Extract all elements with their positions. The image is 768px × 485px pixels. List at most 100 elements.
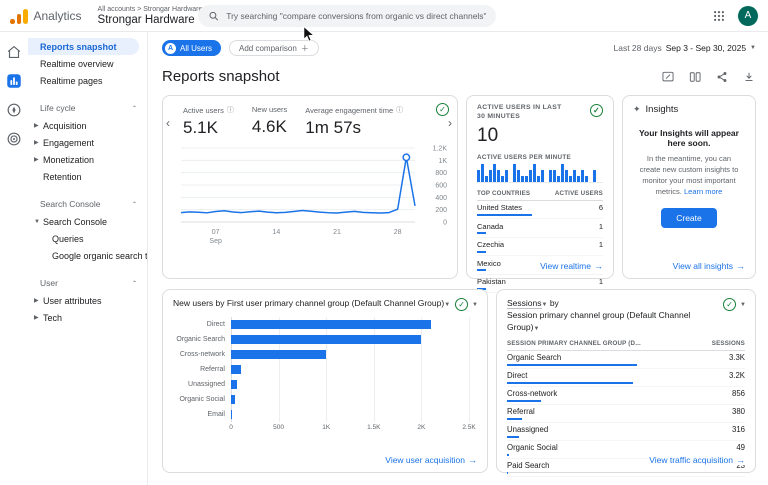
all-users-chip[interactable]: A All Users — [162, 40, 221, 56]
sidebar-section-search-console: Search Console⌃▼Search ConsoleQueriesGoo… — [28, 193, 147, 264]
sidebar-item-realtime-overview[interactable]: Realtime overview — [28, 55, 147, 72]
minute-bar — [489, 170, 492, 182]
data-quality-check-icon[interactable]: ✓ — [723, 298, 736, 311]
country-value: 1 — [599, 222, 603, 231]
dimension-selector[interactable]: by First user primary channel group (Def… — [216, 298, 445, 308]
minute-bar — [565, 170, 568, 182]
create-insight-button[interactable]: Create — [661, 208, 717, 228]
learn-more-link[interactable]: Learn more — [684, 187, 722, 196]
bar-category-label: Cross-network — [173, 347, 231, 362]
sidebar-item-monetization[interactable]: ▶Monetization — [28, 151, 147, 168]
sidebar-item-acquisition[interactable]: ▶Acquisition — [28, 117, 147, 134]
section-title-label: Life cycle — [40, 103, 75, 113]
advertising-icon[interactable] — [4, 129, 24, 149]
view-traffic-acquisition-link[interactable]: View traffic acquisition → — [649, 455, 745, 465]
sidebar-item-google-organic-search-traf[interactable]: Google organic search traf... — [28, 247, 147, 264]
chevron-right-icon[interactable]: ▶ — [34, 139, 43, 146]
app-body: Reports snapshot Realtime overviewRealtim… — [0, 32, 768, 485]
chevron-up-icon[interactable]: ⌃ — [132, 201, 137, 208]
view-all-insights-link[interactable]: View all insights → — [673, 261, 745, 271]
sessions-value: 380 — [732, 407, 745, 416]
channel-column-header: SESSION PRIMARY CHANNEL GROUP (D... — [507, 340, 641, 347]
metric-label: Active usersⓘ — [183, 105, 234, 115]
sessions-by-text: by — [550, 298, 559, 308]
chevron-up-icon[interactable]: ⌃ — [132, 105, 137, 112]
bar-row — [231, 317, 469, 332]
data-quality-check-icon[interactable]: ✓ — [436, 103, 449, 116]
channel-cell: Unassigned — [507, 425, 548, 438]
sidebar-item-retention[interactable]: Retention — [28, 168, 147, 185]
bar-row — [231, 347, 469, 362]
view-user-acquisition-label: View user acquisition — [385, 455, 465, 465]
metric-selector[interactable]: Sessions — [507, 298, 542, 309]
data-quality-check-icon[interactable]: ✓ — [455, 298, 468, 311]
view-user-acquisition-link[interactable]: View user acquisition → — [385, 455, 477, 465]
view-realtime-link[interactable]: View realtime → — [540, 261, 603, 271]
country-value: 1 — [599, 240, 603, 249]
bar-email — [231, 410, 232, 419]
property-name: Strongar Hardware — [98, 14, 195, 26]
channel-cell: Direct — [507, 371, 633, 384]
avatar[interactable]: A — [738, 6, 758, 26]
sidebar-item-label: Reports snapshot — [40, 42, 117, 52]
sidebar-item-search-console[interactable]: ▼Search Console — [28, 213, 147, 230]
home-icon[interactable] — [4, 42, 24, 62]
date-range-preset: Last 28 days — [614, 43, 662, 53]
active-users-30min-value: 10 — [477, 125, 603, 147]
chevron-expanded-icon[interactable]: ▼ — [34, 219, 43, 225]
search-bar[interactable] — [198, 5, 496, 27]
metric-selector[interactable]: New users — [173, 298, 213, 308]
sidebar-item-engagement[interactable]: ▶Engagement — [28, 134, 147, 151]
bar-category-label: Referral — [173, 362, 231, 377]
sidebar-item-label: Tech — [43, 313, 62, 323]
bar-category-label: Organic Search — [173, 332, 231, 347]
channel-name: Organic Search — [507, 353, 637, 362]
sidebar-item-reports-snapshot[interactable]: Reports snapshot — [28, 38, 139, 55]
cards-row-2: ✓ ▼ New users by First user primary chan… — [162, 289, 756, 473]
sidebar-item-realtime-pages[interactable]: Realtime pages — [28, 72, 147, 89]
share-icon[interactable] — [715, 70, 729, 84]
explore-icon[interactable] — [4, 100, 24, 120]
sidebar-item-queries[interactable]: Queries — [28, 230, 147, 247]
info-icon[interactable]: ⓘ — [227, 105, 234, 115]
search-input[interactable] — [226, 11, 486, 21]
sidebar-item-label: User attributes — [43, 296, 102, 306]
chevron-down-icon[interactable]: ▼ — [472, 302, 478, 308]
chevron-right-icon[interactable]: ▶ — [34, 122, 43, 129]
library-icon[interactable] — [688, 70, 702, 84]
chevron-right-icon[interactable]: ▶ — [34, 314, 43, 321]
apps-grid-icon[interactable] — [712, 9, 726, 23]
sessions-value: 3.3K — [729, 353, 745, 362]
add-comparison-chip[interactable]: Add comparison ＋ — [229, 40, 319, 56]
bar-direct — [231, 320, 431, 329]
carousel-right-arrow[interactable]: › — [448, 116, 452, 130]
chevron-right-icon[interactable]: ▶ — [34, 156, 43, 163]
svg-text:0: 0 — [443, 220, 447, 227]
country-name: Canada — [477, 222, 503, 231]
carousel-left-arrow[interactable]: ‹ — [166, 116, 170, 130]
arrow-right-icon: → — [594, 261, 603, 271]
chevron-down-icon[interactable]: ▼ — [740, 302, 746, 308]
sidebar-item-tech[interactable]: ▶Tech — [28, 309, 147, 326]
chevron-up-icon[interactable]: ⌃ — [132, 280, 137, 287]
chevron-right-icon[interactable]: ▶ — [34, 297, 43, 304]
logo-dot — [10, 19, 15, 24]
country-row: Canada 1 — [477, 219, 603, 238]
data-quality-check-icon[interactable]: ✓ — [590, 104, 603, 117]
customize-report-icon[interactable] — [661, 70, 675, 84]
date-range-picker[interactable]: Last 28 days Sep 3 - Sep 30, 2025 ▼ — [614, 43, 757, 53]
reports-icon[interactable] — [4, 71, 24, 91]
account-switcher[interactable]: All accounts > Strongar Hardware Stronga… — [98, 6, 204, 26]
info-icon[interactable]: ⓘ — [396, 105, 403, 115]
report-actions — [661, 70, 756, 84]
svg-text:1.2K: 1.2K — [433, 146, 448, 153]
bar-category-label: Email — [173, 407, 231, 422]
x-axis-tick-label: 1K — [322, 424, 330, 431]
download-icon[interactable] — [742, 70, 756, 84]
x-axis-tick-label: 500 — [273, 424, 284, 431]
bar-cross-network — [231, 350, 326, 359]
channel-name: Organic Social — [507, 443, 558, 452]
session-row: Unassigned316 — [507, 423, 745, 441]
sidebar-item-user-attributes[interactable]: ▶User attributes — [28, 292, 147, 309]
logo-bar-tall — [23, 9, 28, 24]
